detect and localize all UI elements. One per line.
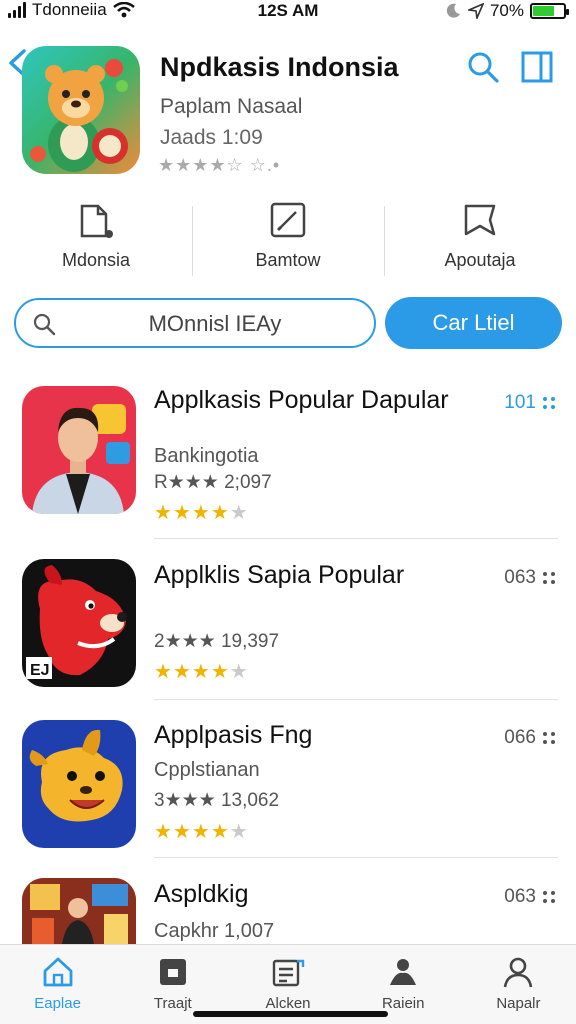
more-dots-icon[interactable] [542, 396, 556, 410]
action-bamtow[interactable]: Bamtow [192, 200, 384, 278]
star-empty-icon: ★ [229, 502, 249, 524]
star-rating: ★★★★★ [154, 659, 249, 684]
divider [154, 699, 558, 700]
tab-label: Alcken [265, 995, 311, 1012]
star-filled-icon: ★ [172, 502, 192, 524]
search-icon[interactable] [466, 50, 500, 84]
home-icon [43, 957, 72, 987]
app-icon-4 [22, 878, 136, 944]
more-dots-icon[interactable] [542, 890, 556, 904]
star-filled-icon: ★ [191, 502, 211, 524]
app-count-value: 066 [504, 727, 536, 748]
app-title: Applkasis Popular Dapular [154, 386, 449, 414]
tab-eaplae[interactable]: Eaplae [0, 945, 115, 1024]
star-filled-icon: ★ [191, 821, 211, 843]
more-dots-icon[interactable] [542, 571, 556, 585]
tab-napalr[interactable]: Napalr [461, 945, 576, 1024]
star-filled-icon: ★ [172, 661, 192, 683]
app-title: Applklis Sapia Popular [154, 561, 405, 589]
status-right: 70% [444, 1, 569, 21]
app-title: Applpasis Fng [154, 721, 313, 749]
star-empty-icon: ★ [229, 661, 249, 683]
app-rating-stars: ★★★★☆ ☆.• [158, 155, 281, 175]
divider [154, 857, 558, 858]
sidebar-panel-icon[interactable] [520, 50, 554, 84]
app-category: Capkhr 1,007 [154, 920, 275, 942]
tab-label: Raiein [381, 995, 425, 1012]
star-rating: ★★★★★ [154, 500, 249, 525]
star-rating: ★★★★★ [154, 819, 249, 844]
svg-text:EJ: EJ [30, 662, 50, 679]
app-icon-3 [22, 720, 136, 848]
store-scene-icon [22, 878, 136, 944]
star-filled-icon: ★ [210, 502, 230, 524]
app-rating-count: 3★★★ 13,062 [154, 790, 280, 811]
action-label: Mdonsia [61, 250, 131, 270]
action-mdonsia[interactable]: Mdonsia [0, 200, 192, 278]
tab-label: Traajt [153, 995, 192, 1012]
person-pin-icon [390, 959, 417, 985]
app-count: 066 [504, 727, 556, 749]
bookmark-icon [464, 204, 496, 236]
edit-icon [270, 202, 306, 238]
app-category: Cpplstianan [154, 759, 260, 781]
app-count: 101 [504, 392, 556, 414]
battery-fill [533, 6, 554, 16]
app-rating-count: 2★★★ 19,397 [154, 631, 280, 652]
star-filled-icon: ★ [154, 821, 173, 843]
search-icon [33, 313, 56, 336]
battery-percent: 70% [489, 1, 524, 20]
moon-icon [446, 3, 460, 18]
app-rating-count: R★★★ 2;097 [154, 472, 272, 493]
action-apoutaja[interactable]: Apoutaja [384, 200, 576, 278]
home-indicator[interactable] [193, 1011, 388, 1017]
star-filled-icon: ★ [210, 661, 230, 683]
star-empty-icon: ★ [229, 821, 249, 843]
app-title: Aspldkig [154, 880, 249, 908]
app-icon-1 [22, 386, 136, 514]
search-input[interactable] [76, 310, 354, 338]
action-row: Mdonsia Bamtow Apoutaja [0, 200, 576, 278]
app-icon-2: EJ [22, 559, 136, 687]
star-filled-icon: ★ [191, 661, 211, 683]
location-arrow-icon [467, 3, 484, 19]
tab-label: Napalr [496, 995, 541, 1012]
more-dots-icon[interactable] [542, 731, 556, 745]
app-icon [22, 46, 140, 174]
app-date: Jaads 1:09 [160, 126, 263, 149]
yellow-dog-icon [29, 729, 123, 822]
tab-label: Eaplae [34, 995, 81, 1012]
app-count: 063 [504, 567, 556, 589]
list-chart-icon [272, 959, 305, 987]
status-bar: Tdonneiia 12S AM 70% [0, 0, 576, 24]
app-category: Bankingotia [154, 445, 259, 467]
app-count-value: 101 [504, 392, 536, 413]
person-avatar-icon [32, 404, 130, 514]
star-filled-icon: ★ [154, 661, 173, 683]
action-label: Bamtow [255, 250, 321, 270]
star-filled-icon: ★ [154, 502, 173, 524]
app-count: 063 [504, 886, 556, 908]
calendar-icon [159, 959, 186, 985]
bear-mascot-icon [30, 59, 128, 172]
app-count-value: 063 [504, 567, 536, 588]
profile-icon [504, 957, 533, 988]
red-dog-icon: EJ [26, 565, 127, 679]
search-field[interactable] [14, 298, 376, 348]
app-count-value: 063 [504, 886, 536, 907]
star-filled-icon: ★ [210, 821, 230, 843]
cta-button[interactable]: Car Ltiel [385, 297, 562, 349]
app-developer: Paplam Nasaal [160, 95, 303, 118]
star-filled-icon: ★ [172, 821, 192, 843]
action-label: Apoutaja [444, 250, 516, 270]
battery-icon [530, 3, 569, 19]
document-icon [80, 204, 113, 238]
app-title: Npdkasis Indonsia [160, 52, 399, 82]
divider [154, 538, 558, 539]
